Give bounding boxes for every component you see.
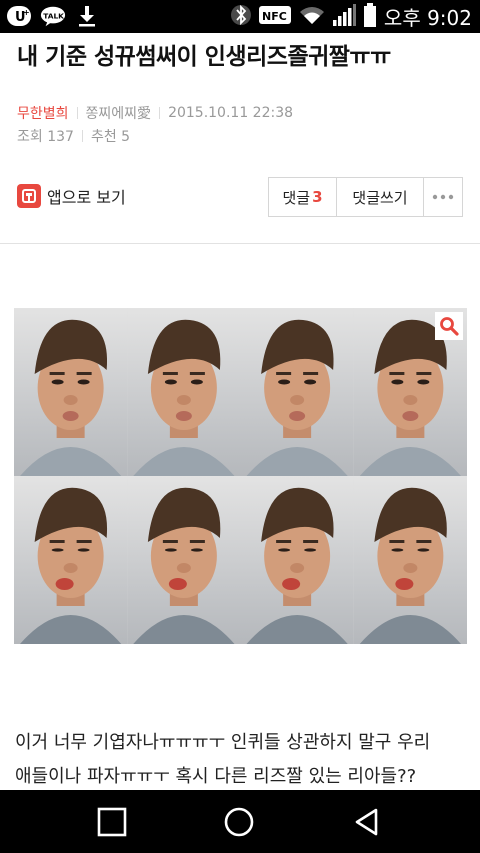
post-recommend: 추천 5 xyxy=(90,129,131,145)
comment-toolbar: 댓글 3 댓글쓰기 xyxy=(268,177,463,217)
post-title: 내 기준 성뀨썸써이 인생리즈졸귀짤ㅠㅠ xyxy=(17,44,391,70)
photo-tile xyxy=(127,308,241,476)
comments-button[interactable]: 댓글 3 xyxy=(269,178,337,216)
post-meta-line-2: 조회 137 추천 5 xyxy=(17,126,130,146)
status-bar: U + TALK NFC 오후 9:02 xyxy=(0,0,480,33)
status-left-icons: U + TALK xyxy=(6,4,100,28)
download-icon xyxy=(74,4,100,28)
post-category-link[interactable]: 무한별희 xyxy=(17,103,69,123)
navigation-bar xyxy=(0,790,480,853)
photo-tile xyxy=(240,308,354,476)
signal-icon xyxy=(332,3,356,31)
comment-count: 3 xyxy=(312,188,323,206)
post-author[interactable]: 쫑찌에찌愛 xyxy=(86,103,152,123)
uplus-icon: U + xyxy=(6,4,32,28)
svg-text:TALK: TALK xyxy=(43,11,64,20)
home-icon xyxy=(224,807,254,836)
more-options-button[interactable] xyxy=(424,178,462,216)
meta-divider xyxy=(76,107,78,119)
recent-apps-icon xyxy=(97,807,127,836)
recent-apps-button[interactable] xyxy=(72,790,152,853)
nfc-icon: NFC xyxy=(258,4,292,30)
bluetooth-icon xyxy=(230,2,251,32)
more-dots-icon xyxy=(432,194,454,200)
post-views: 조회 137 xyxy=(17,129,74,145)
svg-text:NFC: NFC xyxy=(262,10,287,23)
open-in-app-button[interactable]: 앱으로 보기 xyxy=(17,184,126,208)
search-icon xyxy=(440,317,459,336)
body-line: 애들이나 파자ㅠㅠㅜ 혹시 다른 리즈짤 있는 리아들?? xyxy=(15,766,417,787)
wifi-icon xyxy=(299,4,325,30)
back-button[interactable] xyxy=(327,790,407,853)
status-right-icons: NFC 오후 9:02 xyxy=(230,0,472,33)
open-in-app-label: 앱으로 보기 xyxy=(47,188,126,207)
home-button[interactable] xyxy=(199,790,279,853)
battery-icon xyxy=(363,2,377,32)
meta-divider xyxy=(81,130,83,142)
post-image[interactable] xyxy=(14,308,467,644)
talk-icon: TALK xyxy=(40,4,66,28)
zoom-button[interactable] xyxy=(435,312,463,340)
photo-grid xyxy=(14,308,467,644)
write-comment-button[interactable]: 댓글쓰기 xyxy=(337,178,424,216)
app-logo-icon xyxy=(17,184,41,208)
photo-tile xyxy=(14,476,128,644)
photo-tile xyxy=(127,476,241,644)
post-date: 2015.10.11 22:38 xyxy=(168,105,294,121)
photo-tile xyxy=(353,476,467,644)
photo-tile xyxy=(240,476,354,644)
body-line: 이거 너무 기엽자나ㅠㅠㅠㅜ 인퀴들 상관하지 말구 우리 xyxy=(15,732,431,753)
comments-label: 댓글 xyxy=(282,188,311,207)
clock-time: 오후 9:02 xyxy=(383,6,472,30)
section-divider xyxy=(0,243,480,244)
post-view: 내 기준 성뀨썸써이 인생리즈졸귀짤ㅠㅠ 무한별희 쫑찌에찌愛 2015.10.… xyxy=(0,33,480,790)
photo-tile xyxy=(14,308,128,476)
svg-text:+: + xyxy=(23,8,30,17)
back-icon xyxy=(355,808,378,835)
post-body: 이거 너무 기엽자나ㅠㅠㅠㅜ 인퀴들 상관하지 말구 우리 애들이나 파자ㅠㅠㅜ… xyxy=(15,726,470,790)
meta-divider xyxy=(159,107,161,119)
post-meta-line-1: 무한별희 쫑찌에찌愛 2015.10.11 22:38 xyxy=(17,103,293,123)
